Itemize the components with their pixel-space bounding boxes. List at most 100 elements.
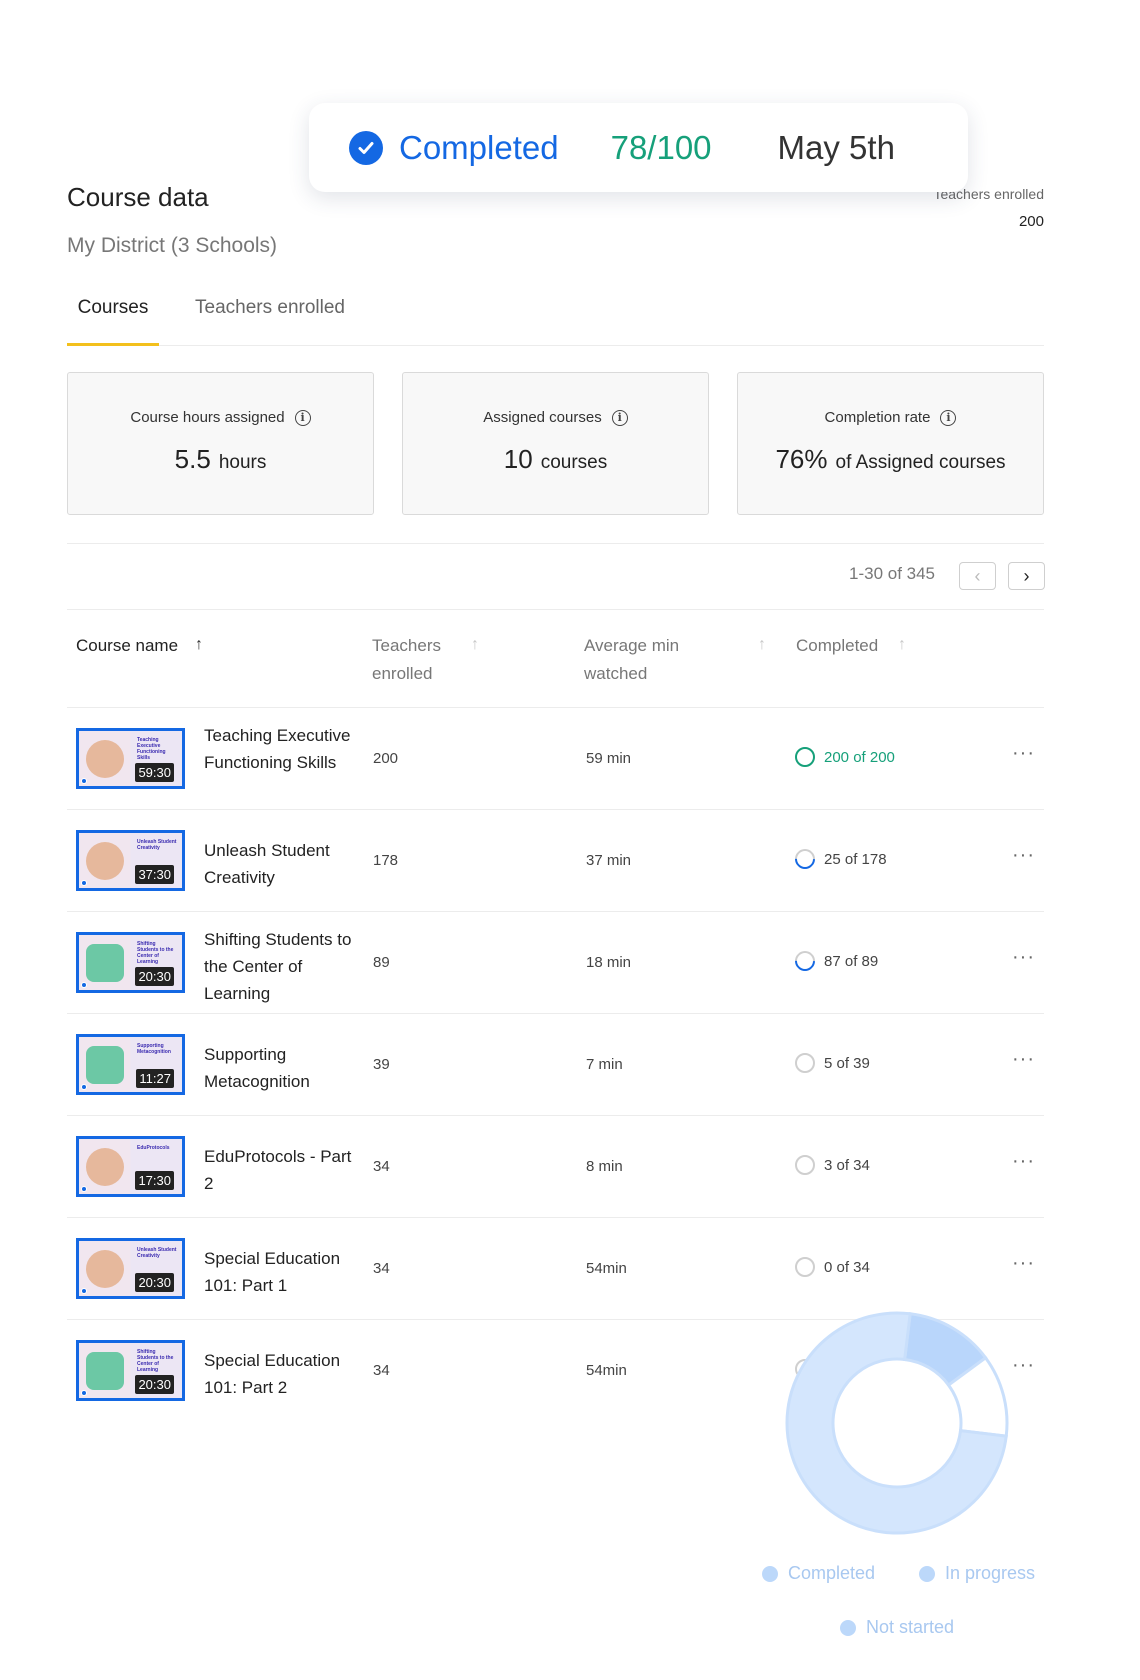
stat-label: Completion rate [824, 409, 931, 426]
more-options-icon[interactable]: ··· [1012, 844, 1035, 867]
progress-ring-icon [790, 946, 820, 976]
toast-score: 78/100 [610, 128, 712, 166]
avg-min-cell: 7 min [586, 1056, 623, 1073]
stat-card-courses: Assigned courses i 10 courses [402, 372, 709, 515]
column-header-course-name[interactable]: Course name [76, 632, 178, 660]
duration-badge: 11:27 [136, 1069, 174, 1088]
course-thumbnail[interactable]: Teaching Executive Functioning Skills 59… [76, 728, 185, 789]
table-row[interactable]: Unleash Student Creativity 20:30 Special… [67, 1217, 1044, 1318]
course-thumbnail[interactable]: EduProtocols 17:30 [76, 1136, 185, 1197]
course-thumbnail[interactable]: Unleash Student Creativity 37:30 [76, 830, 185, 891]
course-name[interactable]: Unleash Student Creativity [204, 837, 364, 891]
thumbnail-dot-icon [81, 982, 87, 988]
legend-swatch [840, 1619, 856, 1636]
divider [67, 609, 1044, 610]
thumbnail-image [86, 1148, 124, 1186]
stat-card-completion: Completion rate i 76% of Assigned courses [737, 372, 1044, 515]
sort-arrow-up-icon[interactable]: ↑ [195, 636, 203, 654]
table-row[interactable]: Unleash Student Creativity 37:30 Unleash… [67, 809, 1044, 910]
progress-ring-icon [795, 1257, 815, 1277]
info-icon[interactable]: i [940, 409, 957, 426]
tab-teachers-enrolled[interactable]: Teachers enrolled [195, 297, 345, 319]
sort-arrow-up-icon[interactable]: ↑ [898, 636, 906, 654]
more-options-icon[interactable]: ··· [1012, 742, 1035, 765]
completed-text: 25 of 178 [824, 850, 887, 868]
course-name[interactable]: Teaching Executive Functioning Skills [204, 722, 364, 776]
thumbnail-image [86, 1250, 124, 1288]
sort-arrow-up-icon[interactable]: ↑ [471, 636, 479, 654]
table-row[interactable]: Shifting Students to the Center of Learn… [67, 911, 1044, 1012]
stat-unit: hours [218, 452, 267, 473]
chevron-right-icon[interactable]: › [1008, 562, 1045, 590]
progress-ring-icon [795, 1155, 815, 1175]
more-options-icon[interactable]: ··· [1012, 946, 1035, 969]
table-row[interactable]: Teaching Executive Functioning Skills 59… [67, 707, 1044, 808]
course-name[interactable]: Special Education 101: Part 1 [204, 1245, 364, 1299]
completed-cell: 0 of 34 [795, 1257, 870, 1277]
course-name[interactable]: Supporting Metacognition [204, 1041, 364, 1095]
thumbnail-image [86, 1352, 124, 1390]
legend-label: In progress [945, 1563, 1036, 1583]
toast-status: Completed [399, 128, 559, 166]
thumbnail-dot-icon [81, 1288, 87, 1294]
avg-min-cell: 59 min [586, 750, 632, 767]
tab-courses[interactable]: Courses [67, 297, 159, 346]
stat-unit: courses [540, 452, 608, 473]
stat-label: Course hours assigned [130, 409, 285, 426]
more-options-icon[interactable]: ··· [1012, 1150, 1035, 1173]
completed-cell: 5 of 39 [795, 1053, 870, 1073]
thumbnail-image [86, 1046, 124, 1084]
course-thumbnail[interactable]: Supporting Metacognition 11:27 [76, 1034, 185, 1095]
column-header-average-min[interactable]: Average min watched [584, 632, 694, 688]
sort-arrow-up-icon[interactable]: ↑ [758, 636, 766, 654]
table-row[interactable]: EduProtocols 17:30 EduProtocols - Part 2… [67, 1115, 1044, 1216]
course-thumbnail[interactable]: Shifting Students to the Center of Learn… [76, 932, 185, 993]
legend-swatch [762, 1565, 778, 1582]
legend-not-started: Not started [840, 1617, 954, 1638]
completed-cell: 87 of 89 [790, 946, 879, 976]
info-icon[interactable]: i [294, 409, 311, 426]
thumbnail-title: EduProtocols [137, 1145, 170, 1151]
thumbnail-dot-icon [81, 1186, 87, 1192]
course-name[interactable]: EduProtocols - Part 2 [204, 1143, 364, 1197]
chevron-left-icon[interactable]: ‹ [959, 562, 996, 590]
tab-bar: Courses Teachers enrolled [67, 292, 1044, 346]
course-thumbnail[interactable]: Unleash Student Creativity 20:30 [76, 1238, 185, 1299]
avg-min-cell: 8 min [586, 1158, 623, 1175]
teachers-enrolled-cell: 34 [373, 1260, 390, 1277]
course-name[interactable]: Special Education 101: Part 2 [204, 1347, 364, 1401]
thumbnail-title: Unleash Student Creativity [137, 1247, 177, 1259]
thumbnail-dot-icon [81, 880, 87, 886]
teachers-enrolled-cell: 200 [373, 750, 399, 767]
teachers-enrolled-cell: 34 [373, 1158, 390, 1175]
progress-ring-icon [795, 1053, 815, 1073]
teachers-enrolled-value: 200 [1018, 213, 1044, 230]
column-header-teachers-enrolled[interactable]: Teachers enrolled [372, 632, 472, 688]
thumbnail-dot-icon [81, 778, 87, 784]
teachers-enrolled-cell: 34 [373, 1362, 390, 1379]
teachers-enrolled-cell: 89 [373, 954, 390, 971]
column-header-completed[interactable]: Completed [796, 632, 878, 660]
duration-badge: 59:30 [135, 763, 174, 782]
more-options-icon[interactable]: ··· [1012, 1252, 1035, 1275]
thumbnail-image [86, 842, 124, 880]
course-thumbnail[interactable]: Shifting Students to the Center of Learn… [76, 1340, 185, 1401]
legend-in-progress: In progress [919, 1563, 1035, 1584]
completed-cell: 25 of 178 [790, 844, 887, 874]
teachers-enrolled-cell: 39 [373, 1056, 390, 1073]
more-options-icon[interactable]: ··· [1012, 1048, 1035, 1071]
page-subtitle: My District (3 Schools) [67, 234, 278, 257]
stat-value: 5.5 [174, 444, 211, 474]
completion-donut-chart [782, 1308, 1012, 1538]
completed-text: 87 of 89 [824, 952, 879, 970]
completed-text: 3 of 34 [824, 1156, 870, 1174]
avg-min-cell: 37 min [586, 852, 632, 869]
info-icon[interactable]: i [611, 409, 628, 426]
more-options-icon[interactable]: ··· [1012, 1354, 1035, 1377]
course-name[interactable]: Shifting Students to the Center of Learn… [204, 926, 364, 1007]
duration-badge: 37:30 [135, 865, 174, 884]
stat-card-hours: Course hours assigned i 5.5 hours [67, 372, 374, 515]
thumbnail-image [86, 740, 124, 778]
teachers-enrolled-cell: 178 [373, 852, 399, 869]
table-row[interactable]: Supporting Metacognition 11:27 Supportin… [67, 1013, 1044, 1114]
